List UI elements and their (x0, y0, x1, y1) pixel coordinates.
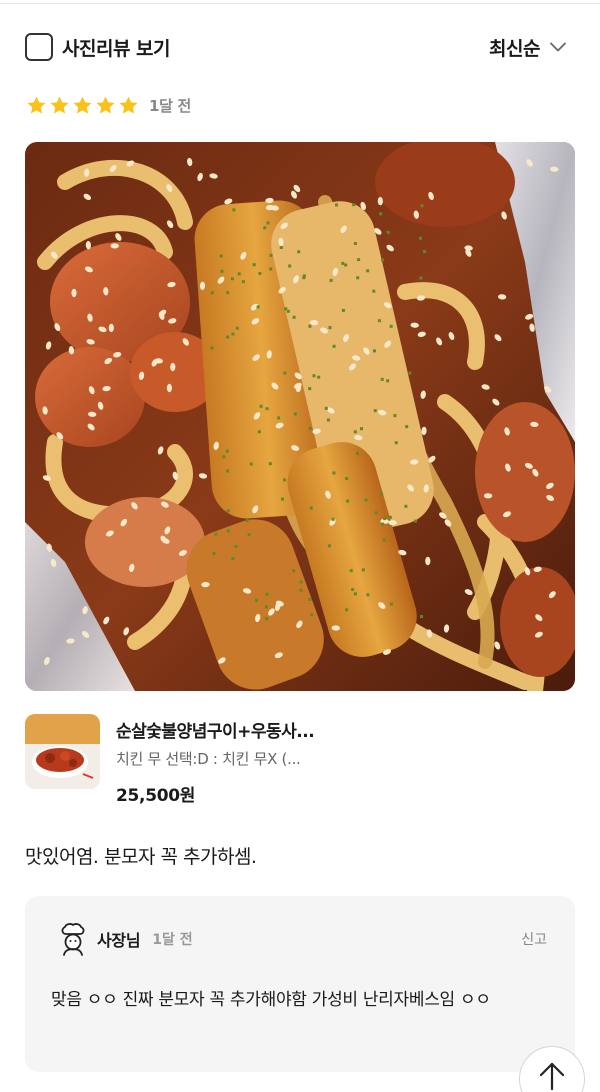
menu-thumbnail-image (25, 714, 100, 789)
star-icon (96, 96, 115, 114)
review-filter-bar: 사진리뷰 보기 최신순 (25, 28, 566, 66)
menu-name: 순살숯불양념구이+우동사... (116, 722, 315, 742)
review-rating: 1달 전 (26, 94, 191, 116)
star-icon (73, 96, 92, 114)
star-icon (27, 96, 46, 114)
review-page: 사진리뷰 보기 최신순 1달 전 순살숯불양념구이+우동사... 치킨 무 선택… (0, 0, 600, 1092)
owner-reply-text: 맞음 ㅇㅇ 진짜 분모자 꼭 추가해야함 가성비 난리자베스임 ㅇㅇ (51, 990, 491, 1010)
top-divider (0, 0, 600, 4)
chevron-down-icon (550, 42, 566, 52)
menu-option: 치킨 무 선택:D : 치킨 무X (... (116, 750, 301, 768)
star-icon (50, 96, 69, 114)
star-rating (26, 95, 139, 116)
photo-review-label: 사진리뷰 보기 (62, 37, 171, 60)
arrow-up-icon (539, 1062, 565, 1091)
owner-reply-box: 사장님 1달 전 신고 맞음 ㅇㅇ 진짜 분모자 꼭 추가해야함 가성비 난리자… (25, 896, 575, 1072)
review-photo[interactable] (25, 142, 575, 691)
ordered-menu-item[interactable]: 순살숯불양념구이+우동사... 치킨 무 선택:D : 치킨 무X (... 2… (25, 714, 575, 806)
report-button[interactable]: 신고 (521, 929, 547, 949)
sort-label: 최신순 (489, 37, 540, 60)
review-text: 맛있어염. 분모자 꼭 추가하셈. (25, 846, 257, 868)
star-icon (119, 96, 138, 114)
owner-name: 사장님 (97, 931, 141, 950)
checkbox-empty-icon[interactable] (25, 33, 53, 61)
sort-dropdown[interactable]: 최신순 (489, 34, 566, 61)
reply-time: 1달 전 (152, 932, 193, 948)
review-time: 1달 전 (149, 96, 192, 115)
chef-avatar-icon (61, 923, 85, 956)
photo-review-toggle[interactable]: 사진리뷰 보기 (25, 33, 171, 61)
menu-thumbnail (25, 714, 100, 789)
food-photo-illustration (25, 142, 575, 691)
menu-price: 25,500원 (116, 786, 196, 806)
